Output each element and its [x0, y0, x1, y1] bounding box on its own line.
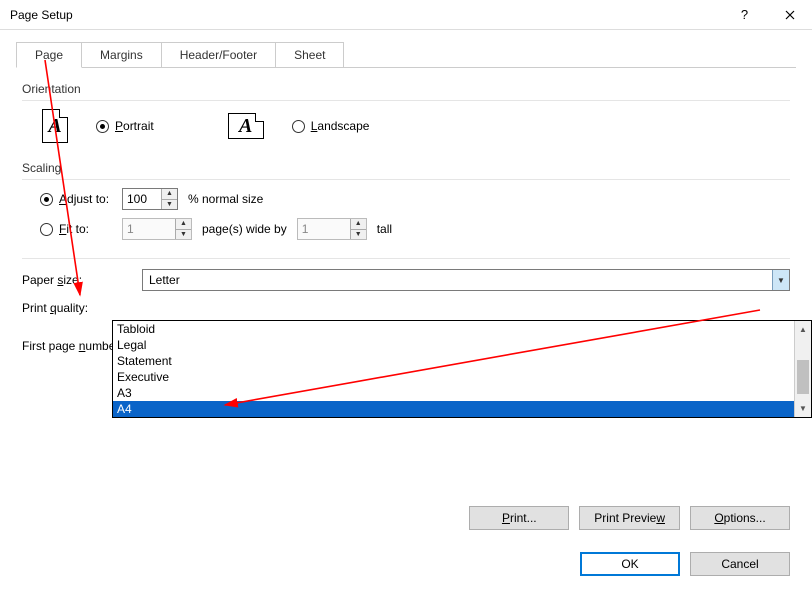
- scroll-thumb[interactable]: [797, 360, 809, 394]
- paper-size-dropdown[interactable]: Tabloid Legal Statement Executive A3 A4 …: [112, 320, 812, 418]
- fit-wide-input: [123, 219, 175, 239]
- tab-header-footer[interactable]: Header/Footer: [162, 42, 276, 67]
- spin-up-icon[interactable]: ▲: [162, 189, 177, 199]
- help-button[interactable]: ?: [722, 0, 767, 30]
- ok-button[interactable]: OK: [580, 552, 680, 576]
- fit-mid-label: page(s) wide by: [202, 222, 287, 236]
- list-item[interactable]: Tabloid: [113, 321, 811, 337]
- spin-down-icon[interactable]: ▼: [351, 229, 366, 240]
- print-quality-label: Print quality:: [22, 301, 132, 315]
- print-preview-button[interactable]: Print Preview: [579, 506, 680, 530]
- tab-page[interactable]: Page: [16, 42, 82, 68]
- list-item[interactable]: Legal: [113, 337, 811, 353]
- paper-size-row: Paper size: Letter ▼: [22, 269, 790, 291]
- options-button[interactable]: Options...: [690, 506, 790, 530]
- adjust-suffix: % normal size: [188, 192, 263, 206]
- adjust-to-radio[interactable]: Adjust to:: [40, 192, 112, 206]
- spin-down-icon[interactable]: ▼: [176, 229, 191, 240]
- portrait-icon: A: [42, 109, 68, 143]
- close-button[interactable]: [767, 0, 812, 30]
- scroll-down-icon[interactable]: ▼: [795, 400, 811, 417]
- spin-down-icon[interactable]: ▼: [162, 199, 177, 210]
- tab-content-page: Orientation A Portrait A Landscape Scali…: [0, 68, 812, 353]
- list-item[interactable]: Executive: [113, 369, 811, 385]
- close-icon: [785, 10, 795, 20]
- page-action-buttons: Print... Print Preview Options...: [469, 506, 790, 530]
- fit-tall-label: tall: [377, 222, 392, 236]
- landscape-radio[interactable]: Landscape: [292, 119, 370, 133]
- dialog-buttons: OK Cancel: [580, 552, 790, 576]
- fit-wide-spinner[interactable]: ▲▼: [122, 218, 192, 240]
- cancel-button[interactable]: Cancel: [690, 552, 790, 576]
- chevron-down-icon[interactable]: ▼: [772, 270, 789, 290]
- paper-size-value: Letter: [143, 273, 772, 287]
- paper-size-label: Paper size:: [22, 273, 132, 287]
- scroll-up-icon[interactable]: ▲: [795, 321, 811, 338]
- print-button[interactable]: Print...: [469, 506, 569, 530]
- paper-size-combo[interactable]: Letter ▼: [142, 269, 790, 291]
- tab-sheet[interactable]: Sheet: [276, 42, 344, 67]
- window-title: Page Setup: [10, 8, 722, 22]
- spin-up-icon[interactable]: ▲: [176, 219, 191, 229]
- fit-tall-spinner[interactable]: ▲▼: [297, 218, 367, 240]
- adjust-spinner[interactable]: ▲▼: [122, 188, 178, 210]
- spin-up-icon[interactable]: ▲: [351, 219, 366, 229]
- list-item[interactable]: Statement: [113, 353, 811, 369]
- fit-tall-input: [298, 219, 350, 239]
- list-item[interactable]: A3: [113, 385, 811, 401]
- title-bar: Page Setup ?: [0, 0, 812, 30]
- tab-margins[interactable]: Margins: [82, 42, 162, 67]
- fit-to-radio[interactable]: Fit to:: [40, 222, 112, 236]
- landscape-icon: A: [228, 113, 264, 139]
- first-page-label: First page number:: [22, 339, 123, 353]
- print-quality-row: Print quality:: [22, 301, 790, 315]
- list-item-selected[interactable]: A4: [113, 401, 811, 417]
- orientation-label: Orientation: [22, 82, 790, 96]
- adjust-input[interactable]: [123, 189, 161, 209]
- portrait-radio[interactable]: Portrait: [96, 119, 154, 133]
- scaling-label: Scaling: [22, 161, 790, 175]
- dropdown-scrollbar[interactable]: ▲ ▼: [794, 321, 811, 417]
- tab-strip: Page Margins Header/Footer Sheet: [16, 42, 812, 67]
